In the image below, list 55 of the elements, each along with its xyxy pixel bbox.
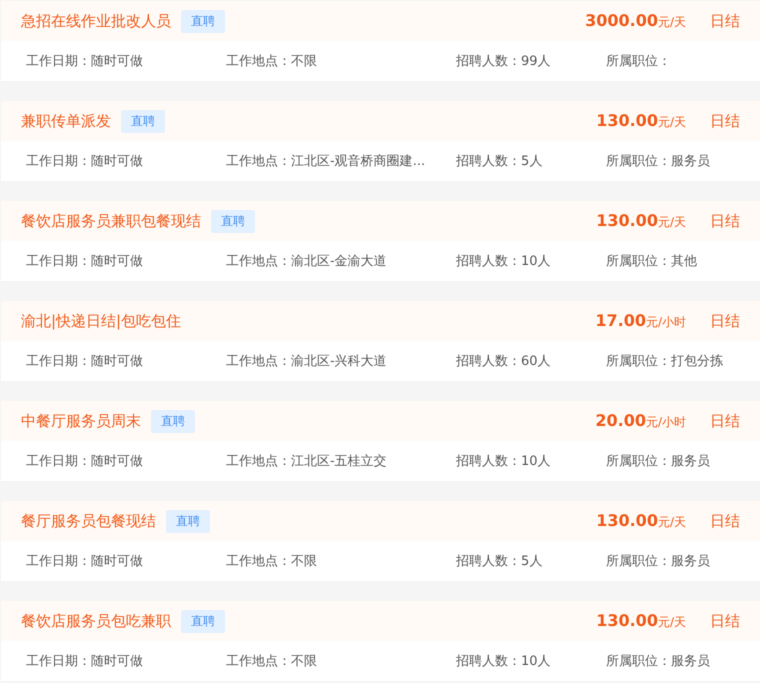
settlement-type: 日结 xyxy=(710,12,740,30)
hiring-count: 招聘人数：99人 xyxy=(456,53,552,70)
work-location: 工作地点：不限 xyxy=(226,653,318,670)
job-tag: 直聘 xyxy=(181,610,225,632)
job-position: 所属职位：打包分拣 xyxy=(606,353,724,370)
job-tag: 直聘 xyxy=(181,10,225,32)
job-tag: 直聘 xyxy=(166,510,210,532)
job-pay: 3000.00元/天 xyxy=(585,11,686,31)
job-card[interactable]: 餐厅服务员包餐现结 直聘 130.00元/天 日结 工作日期：随时可做 工作地点：不限 招聘人数：5人 所属职位：服务员 xyxy=(1,501,760,581)
job-card[interactable]: 兼职传单派发 直聘 130.00元/天 日结 工作日期：随时可做 工作地点：江北区-观音桥商圈建... 招聘人数：5人 所属职位：服务员 xyxy=(1,101,760,181)
job-pay: 130.00元/天 xyxy=(596,511,686,531)
settlement-type: 日结 xyxy=(710,112,740,130)
settlement-type: 日结 xyxy=(710,312,740,330)
settlement-type: 日结 xyxy=(710,612,740,630)
job-position: 所属职位：其他 xyxy=(606,253,698,270)
hiring-count: 招聘人数：60人 xyxy=(456,353,552,370)
settlement-type: 日结 xyxy=(710,412,740,430)
settlement-type: 日结 xyxy=(710,512,740,530)
job-card[interactable]: 渝北|快递日结|包吃包住 17.00元/小时 日结 工作日期：随时可做 工作地点：渝北区-兴科大道 招聘人数：60人 所属职位：打包分拣 xyxy=(1,301,760,381)
job-card[interactable]: 餐饮店服务员兼职包餐现结 直聘 130.00元/天 日结 工作日期：随时可做 工作地点：渝北区-金渝大道 招聘人数：10人 所属职位：其他 xyxy=(1,201,760,281)
job-pay: 17.00元/小时 xyxy=(595,311,686,331)
work-date: 工作日期：随时可做 xyxy=(26,353,144,370)
work-date: 工作日期：随时可做 xyxy=(26,53,144,70)
job-card[interactable]: 餐饮店服务员包吃兼职 直聘 130.00元/天 日结 工作日期：随时可做 工作地点：不限 招聘人数：10人 所属职位：服务员 xyxy=(1,601,760,681)
work-location: 工作地点：不限 xyxy=(226,53,318,70)
job-pay: 130.00元/天 xyxy=(596,111,686,131)
hiring-count: 招聘人数：10人 xyxy=(456,253,552,270)
work-location: 工作地点：渝北区-兴科大道 xyxy=(226,353,388,370)
job-position: 所属职位：服务员 xyxy=(606,553,711,570)
job-tag: 直聘 xyxy=(121,110,165,132)
job-pay: 20.00元/小时 xyxy=(595,411,686,431)
settlement-type: 日结 xyxy=(710,212,740,230)
job-tag: 直聘 xyxy=(151,410,195,432)
work-date: 工作日期：随时可做 xyxy=(26,453,144,470)
job-card[interactable]: 中餐厅服务员周末 直聘 20.00元/小时 日结 工作日期：随时可做 工作地点：江北区-五桂立交 招聘人数：10人 所属职位：服务员 xyxy=(1,401,760,481)
work-location: 工作地点：江北区-五桂立交 xyxy=(226,453,388,470)
hiring-count: 招聘人数：5人 xyxy=(456,553,544,570)
job-pay: 130.00元/天 xyxy=(596,211,686,231)
job-position: 所属职位：服务员 xyxy=(606,153,711,170)
job-position: 所属职位：服务员 xyxy=(606,453,711,470)
hiring-count: 招聘人数：5人 xyxy=(456,153,544,170)
work-location: 工作地点：渝北区-金渝大道 xyxy=(226,253,388,270)
work-date: 工作日期：随时可做 xyxy=(26,553,144,570)
job-pay: 130.00元/天 xyxy=(596,611,686,631)
work-date: 工作日期：随时可做 xyxy=(26,253,144,270)
hiring-count: 招聘人数：10人 xyxy=(456,453,552,470)
job-tag: 直聘 xyxy=(211,210,255,232)
work-location: 工作地点：江北区-观音桥商圈建... xyxy=(226,153,426,170)
work-location: 工作地点：不限 xyxy=(226,553,318,570)
job-position: 所属职位： xyxy=(606,53,672,70)
job-card[interactable]: 急招在线作业批改人员 直聘 3000.00元/天 日结 工作日期：随时可做 工作地点：不限 招聘人数：99人 所属职位： xyxy=(1,1,760,81)
work-date: 工作日期：随时可做 xyxy=(26,153,144,170)
job-position: 所属职位：服务员 xyxy=(606,653,711,670)
work-date: 工作日期：随时可做 xyxy=(26,653,144,670)
hiring-count: 招聘人数：10人 xyxy=(456,653,552,670)
